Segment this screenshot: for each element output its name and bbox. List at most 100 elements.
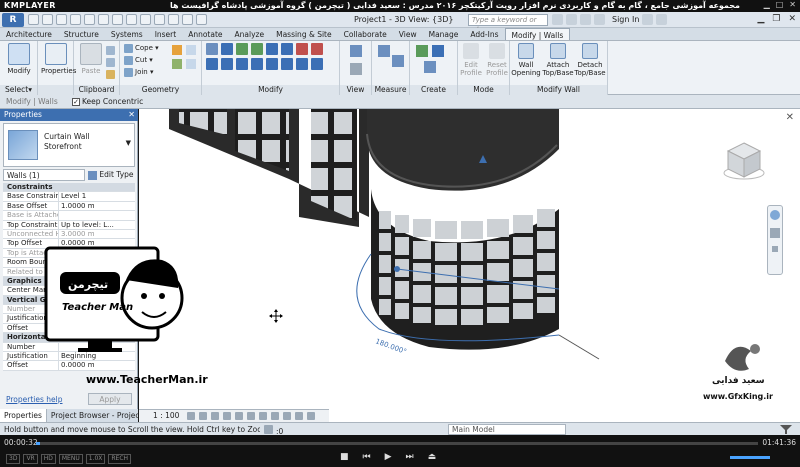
view-scale[interactable]: 1 : 100 (153, 410, 179, 422)
tab-view[interactable]: View (393, 28, 423, 40)
select-dropdown-icon[interactable]: ▾ (28, 85, 32, 94)
wall-opening-button[interactable]: Wall Opening (510, 43, 542, 77)
hide-in-view-icon[interactable] (350, 45, 362, 57)
player-tag[interactable]: MENU (58, 454, 83, 464)
detail-level-icon[interactable] (187, 412, 195, 420)
property-value[interactable]: Level 1 (59, 192, 135, 200)
mirror-draw-icon[interactable] (251, 43, 263, 55)
analytical-model-icon[interactable] (307, 412, 315, 420)
tab-insert[interactable]: Insert (149, 28, 183, 40)
close-icon[interactable]: ✕ (128, 109, 135, 121)
seek-bar[interactable] (36, 442, 758, 445)
close-hidden-icon[interactable] (168, 14, 179, 25)
sun-path-icon[interactable] (211, 412, 219, 420)
scale-icon[interactable] (311, 58, 323, 70)
text-icon[interactable] (112, 14, 123, 25)
attach-top-base-button[interactable]: Attach Top/Base (542, 43, 574, 77)
open-icon[interactable] (28, 14, 39, 25)
binoculars-icon[interactable] (552, 14, 563, 25)
viewcube-icon[interactable] (722, 139, 766, 183)
eject-icon[interactable]: ⏏ (428, 452, 437, 462)
sign-in-link[interactable]: Sign In (612, 15, 639, 24)
3d-view-icon[interactable] (126, 14, 137, 25)
cut-geometry-button[interactable]: Cut ▾ (124, 55, 153, 65)
tab-massing-site[interactable]: Massing & Site (270, 28, 338, 40)
filter-icon[interactable] (780, 425, 792, 434)
switch-windows-icon[interactable] (182, 14, 193, 25)
instance-filter-dropdown[interactable]: Walls (1) (3, 169, 85, 181)
tab-properties[interactable]: Properties (0, 409, 47, 422)
exchange-icon[interactable] (642, 14, 654, 25)
match-properties-button[interactable] (106, 69, 117, 79)
stop-icon[interactable]: ■ (340, 452, 349, 462)
property-value[interactable]: Up to level: L... (59, 221, 135, 229)
maximize-icon[interactable]: □ (776, 0, 784, 12)
cope-button[interactable]: Cope ▾ (124, 43, 159, 53)
split-icon[interactable] (266, 43, 278, 55)
reveal-hidden-icon[interactable] (295, 412, 303, 420)
help-search-input[interactable]: Type a keyword or phrase (468, 14, 548, 34)
minimize-icon[interactable]: ▁ (757, 14, 764, 24)
play-icon[interactable]: ▶ (385, 452, 392, 462)
volume-slider[interactable] (730, 456, 770, 459)
pin-icon[interactable] (296, 43, 308, 55)
shadows-icon[interactable] (223, 412, 231, 420)
worksets-icon[interactable] (264, 425, 273, 434)
section-icon[interactable] (140, 14, 151, 25)
copy-element-icon[interactable] (221, 58, 233, 70)
steering-wheel-icon[interactable] (770, 210, 780, 220)
measure-distance-icon[interactable] (378, 45, 390, 57)
minimize-icon[interactable]: ▁ (764, 0, 770, 12)
redo-icon[interactable] (70, 14, 81, 25)
create-assembly-icon[interactable] (416, 45, 428, 57)
undo-icon[interactable] (56, 14, 67, 25)
align-icon[interactable] (206, 43, 218, 55)
zoom-icon[interactable] (770, 228, 780, 238)
subscription-icon[interactable] (566, 14, 577, 25)
remove-paint-icon[interactable] (186, 59, 196, 69)
split-face-icon[interactable] (172, 45, 182, 55)
array-icon[interactable] (296, 58, 308, 70)
user-icon[interactable] (594, 14, 605, 25)
property-group[interactable]: Constraints (3, 183, 135, 193)
trim-icon[interactable] (251, 58, 263, 70)
cut-clipboard-button[interactable] (106, 57, 117, 67)
measure-icon[interactable] (98, 14, 109, 25)
chevron-down-icon[interactable]: ▼ (126, 139, 131, 147)
previous-icon[interactable]: ⏮ (363, 452, 371, 462)
copy-clipboard-button[interactable] (106, 45, 117, 55)
edit-profile-button[interactable]: Edit Profile (458, 43, 484, 77)
rotate-icon[interactable] (236, 58, 248, 70)
mirror-axis-icon[interactable] (236, 43, 248, 55)
player-tag[interactable]: RECH (108, 454, 132, 464)
delete-icon[interactable] (311, 43, 323, 55)
close-icon[interactable]: ✕ (789, 0, 796, 12)
show-crop-icon[interactable] (259, 412, 267, 420)
tab-systems[interactable]: Systems (105, 28, 149, 40)
qat-dropdown-icon[interactable] (196, 14, 207, 25)
player-tag[interactable]: 3D (6, 454, 21, 464)
paint-icon[interactable] (172, 59, 182, 69)
rendering-icon[interactable] (235, 412, 243, 420)
close-icon[interactable]: ✕ (788, 14, 796, 24)
trim-single-icon[interactable] (266, 58, 278, 70)
move-icon[interactable] (206, 58, 218, 70)
crop-view-icon[interactable] (247, 412, 255, 420)
create-group-icon[interactable] (424, 61, 436, 73)
detach-top-base-button[interactable]: Detach Top/Base (574, 43, 606, 77)
join-button[interactable]: Join ▾ (124, 67, 153, 77)
player-tag[interactable]: VR (23, 454, 38, 464)
keep-concentric-checkbox[interactable]: ✓ (72, 98, 80, 106)
thin-lines-icon[interactable] (154, 14, 165, 25)
tab-add-ins[interactable]: Add-Ins (464, 28, 504, 40)
nav-dropdown-icon[interactable] (772, 246, 778, 252)
tab-project-browser[interactable]: Project Browser - Project1 (47, 409, 153, 422)
tab-analyze[interactable]: Analyze (229, 28, 271, 40)
restore-icon[interactable]: ❐ (772, 14, 780, 24)
visual-style-icon[interactable] (199, 412, 207, 420)
paste-button[interactable]: Paste (76, 43, 106, 75)
application-menu-button[interactable]: R (2, 13, 24, 27)
properties-button[interactable]: Properties (41, 43, 76, 75)
reset-profile-button[interactable]: Reset Profile (484, 43, 510, 77)
temporary-hide-icon[interactable] (283, 412, 291, 420)
